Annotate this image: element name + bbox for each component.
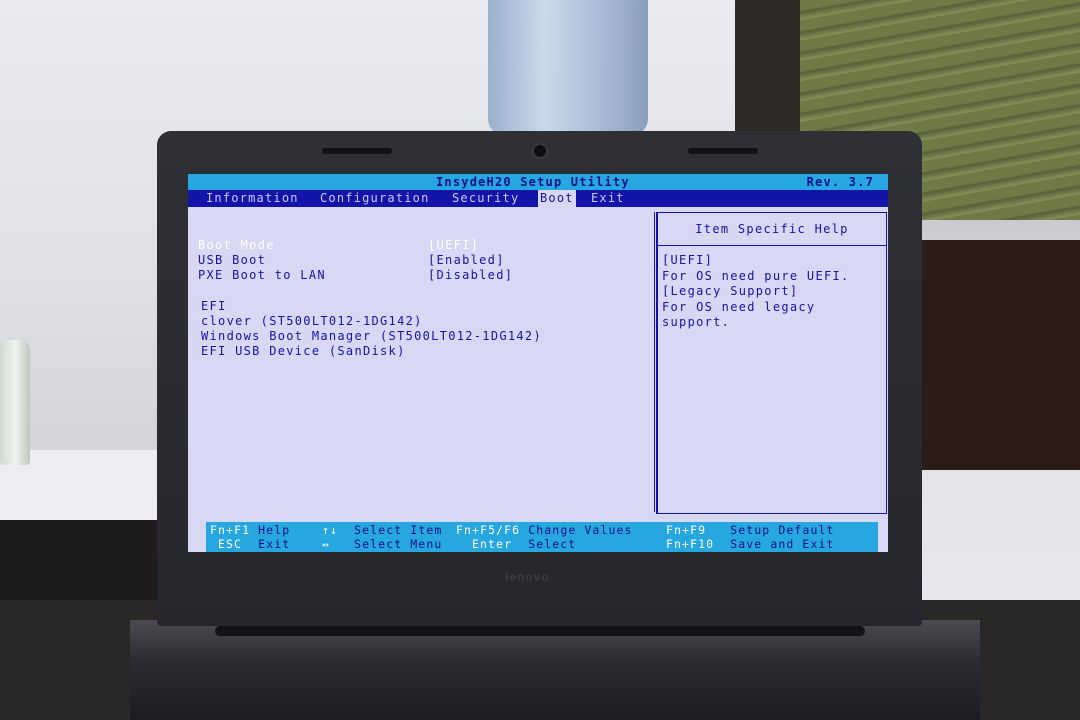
key-select: Enter Select — [472, 537, 576, 551]
key-f10-label: Save and Exit — [730, 537, 835, 551]
help-line: [UEFI] — [662, 253, 714, 267]
bios-title-bar: InsydeH20 Setup Utility Rev. 3.7 — [188, 174, 888, 190]
key-esc-label: Exit — [258, 537, 291, 551]
key-legend-footer: Fn+F1 Help ESC Exit ↑↓ Select Item ↔ Sel… — [206, 522, 878, 552]
key-f1-label: Help — [258, 523, 291, 537]
setting-value-usb-boot[interactable]: [Enabled] — [428, 253, 505, 268]
webcam-icon — [534, 145, 546, 157]
speaker-grille-right — [688, 148, 758, 154]
bios-title: InsydeH20 Setup Utility — [436, 175, 630, 189]
key-f1: Fn+F1 — [210, 523, 251, 537]
speaker-grille-left — [322, 148, 392, 154]
key-save-exit: Fn+F10 Save and Exit — [666, 537, 835, 551]
key-enter: Enter — [472, 537, 513, 551]
help-line: For OS need legacy — [662, 299, 816, 314]
boot-settings-panel: Boot Mode [UEFI] USB Boot [Enabled] PXE … — [192, 212, 655, 512]
water-dispenser-bottle — [488, 0, 648, 135]
setting-label-pxe-boot[interactable]: PXE Boot to LAN — [198, 268, 326, 283]
help-line: support. — [662, 315, 731, 329]
key-f9: Fn+F9 — [666, 523, 707, 537]
key-f5-f6-label: Change Values — [528, 523, 633, 537]
key-esc: ESC — [218, 537, 243, 551]
tab-information[interactable]: Information — [206, 190, 299, 207]
dark-panel — [915, 240, 1080, 470]
efi-section-header: EFI — [201, 299, 227, 313]
setting-value-boot-mode[interactable]: [UEFI] — [428, 238, 479, 253]
bios-menu-bar: Information Configuration Security Boot … — [188, 190, 888, 207]
key-left-right-label: Select Menu — [354, 537, 443, 551]
bios-screen: InsydeH20 Setup Utility Rev. 3.7 Informa… — [188, 174, 888, 552]
help-title: Item Specific Help — [658, 213, 886, 246]
key-f9-label: Setup Default — [730, 523, 835, 537]
tab-security[interactable]: Security — [452, 190, 519, 207]
door-frame — [735, 0, 805, 140]
efi-entry-windows-boot-manager[interactable]: Windows Boot Manager (ST500LT012-1DG142) — [201, 329, 542, 344]
key-select-item: ↑↓ Select Item — [322, 523, 442, 537]
help-text: [UEFI] For OS need pure UEFI. [Legacy Su… — [662, 253, 850, 331]
key-f5-f6: Fn+F5/F6 — [456, 523, 521, 537]
setting-value-pxe-boot[interactable]: [Disabled] — [428, 268, 513, 283]
item-help-panel: Item Specific Help [UEFI] For OS need pu… — [656, 212, 887, 514]
bios-revision: Rev. 3.7 — [806, 175, 874, 189]
key-enter-label: Select — [528, 537, 577, 551]
efi-entry-clover[interactable]: clover (ST500LT012-1DG142) — [201, 314, 423, 329]
help-line: For OS need pure UEFI. — [662, 268, 850, 283]
key-exit: ESC Exit — [218, 537, 290, 551]
key-f10: Fn+F10 — [666, 537, 715, 551]
key-select-menu: ↔ Select Menu — [322, 537, 442, 551]
key-up-down-icon: ↑↓ — [322, 523, 339, 537]
key-change-values: Fn+F5/F6 Change Values — [456, 523, 633, 537]
laptop-hinge — [215, 626, 865, 636]
tab-boot[interactable]: Boot — [538, 190, 576, 207]
key-setup-default: Fn+F9 Setup Default — [666, 523, 835, 537]
tab-exit[interactable]: Exit — [591, 190, 625, 207]
setting-label-boot-mode[interactable]: Boot Mode — [198, 238, 275, 253]
efi-entry-usb-device[interactable]: EFI USB Device (SanDisk) — [201, 344, 406, 359]
help-line: [Legacy Support] — [662, 284, 799, 298]
setting-label-usb-boot[interactable]: USB Boot — [198, 253, 266, 268]
water-bottle — [0, 340, 30, 465]
key-left-right-icon: ↔ — [322, 537, 331, 551]
key-up-down-label: Select Item — [354, 523, 443, 537]
tab-configuration[interactable]: Configuration — [320, 190, 430, 207]
brand-logo: lenovo — [505, 570, 550, 584]
key-help: Fn+F1 Help — [210, 523, 290, 537]
